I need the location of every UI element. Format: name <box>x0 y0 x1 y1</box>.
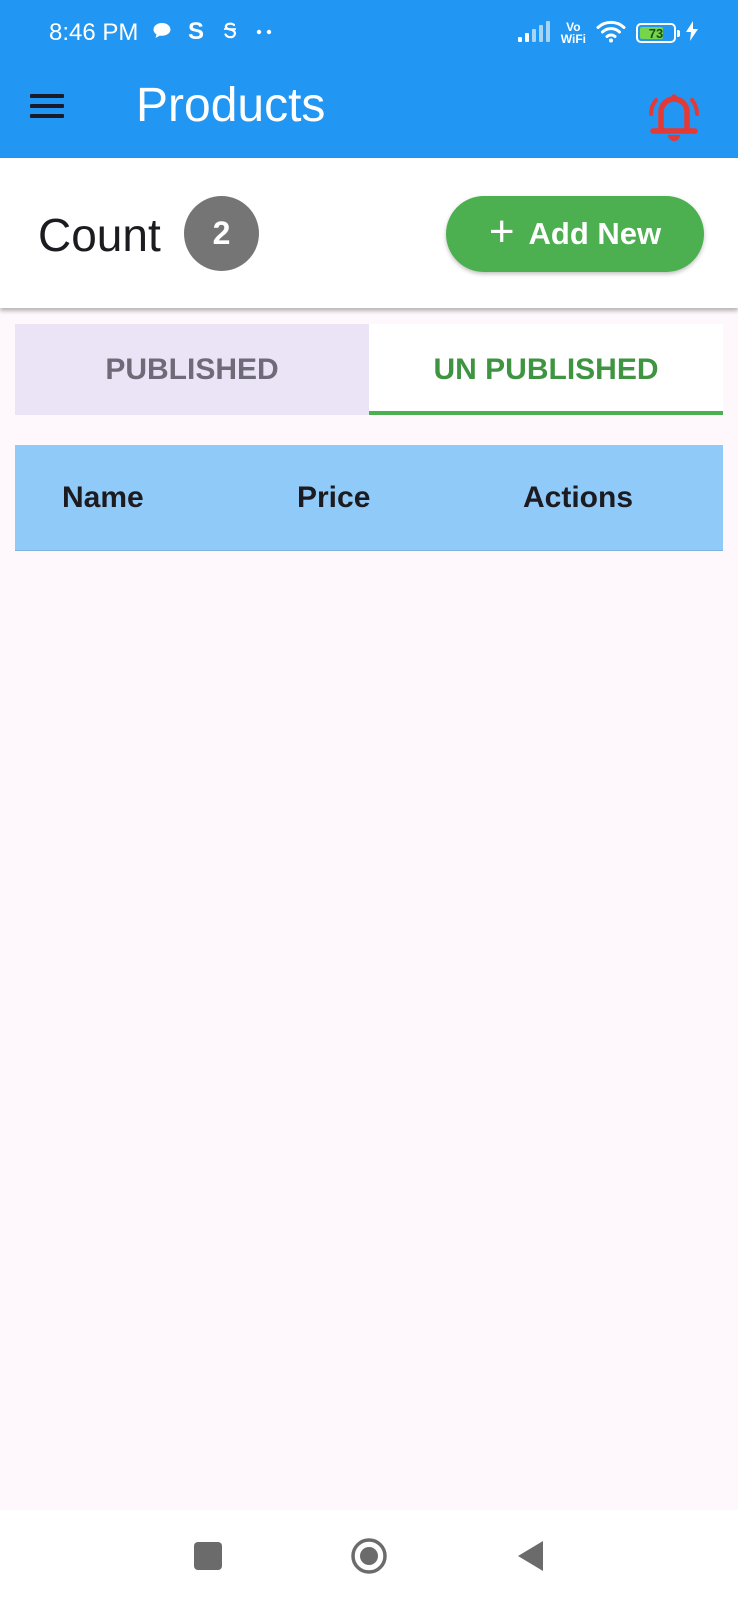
column-header-actions: Actions <box>523 480 634 514</box>
system-nav-bar <box>0 1510 738 1600</box>
vowifi-icon: Vo WiFi <box>560 20 586 46</box>
back-button[interactable] <box>508 1534 552 1578</box>
s-app-icon: S <box>186 18 206 48</box>
notification-icons: S <box>152 18 274 48</box>
tab-unpublished-label: UN PUBLISHED <box>433 352 659 386</box>
app-bar: 8:46 PM S Vo WiFi 73 Products <box>0 0 738 158</box>
add-new-button[interactable]: + Add New <box>446 196 704 272</box>
column-header-name: Name <box>62 480 144 514</box>
recents-button[interactable] <box>186 1534 230 1578</box>
home-button[interactable] <box>347 1534 391 1578</box>
add-new-label: Add New <box>528 216 662 251</box>
tab-published-label: PUBLISHED <box>105 352 279 386</box>
tab-bar: PUBLISHED UN PUBLISHED <box>15 324 723 415</box>
svg-text:S: S <box>188 19 204 43</box>
wifi-icon <box>596 19 626 48</box>
tab-unpublished[interactable]: UN PUBLISHED <box>369 324 723 415</box>
signal-icon <box>517 19 551 48</box>
tab-published[interactable]: PUBLISHED <box>15 324 369 415</box>
more-notifications-icon <box>254 24 274 42</box>
alarm-bell-icon[interactable] <box>644 84 704 146</box>
battery-level: 73 <box>648 25 664 41</box>
tab-indicator <box>369 411 723 415</box>
battery-icon: 73 <box>636 23 680 43</box>
table-header: Name Price Actions <box>15 445 723 551</box>
count-section: Count 2 + Add New <box>0 158 738 308</box>
s-outline-app-icon <box>220 20 240 47</box>
status-time: 8:46 PM <box>49 19 139 46</box>
count-label: Count <box>38 209 161 261</box>
page-title: Products <box>136 79 326 132</box>
count-badge: 2 <box>184 196 259 271</box>
status-bar: 8:46 PM S Vo WiFi 73 <box>0 0 738 66</box>
system-icons: Vo WiFi 73 <box>517 16 698 50</box>
menu-icon[interactable] <box>30 86 74 126</box>
chat-bubble-icon <box>152 21 172 46</box>
plus-icon: + <box>488 207 515 256</box>
charging-bolt-icon <box>686 20 698 46</box>
column-header-price: Price <box>297 480 371 514</box>
